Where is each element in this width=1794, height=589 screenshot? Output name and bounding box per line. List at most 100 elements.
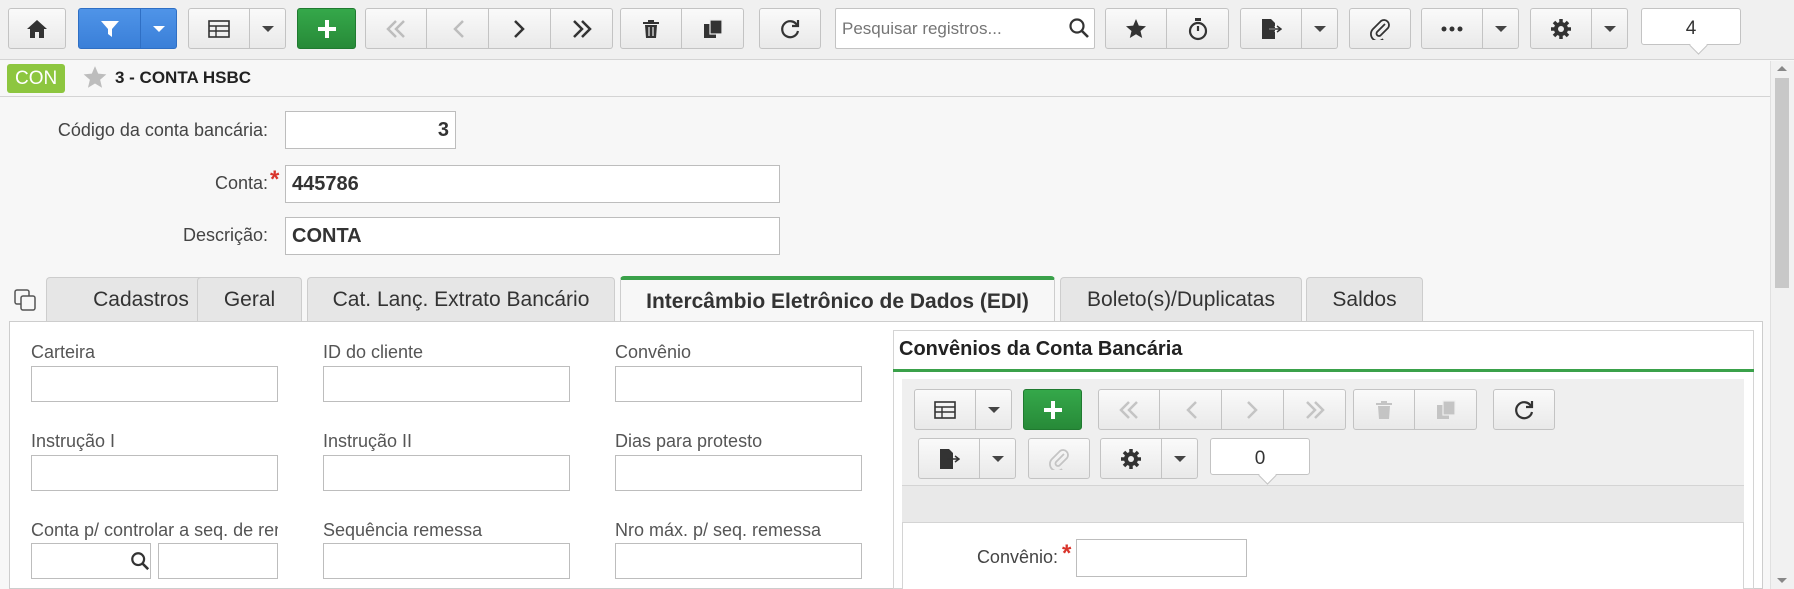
id-cliente-input[interactable] <box>323 366 570 402</box>
required-marker: * <box>1062 540 1072 567</box>
filter-dropdown-button[interactable] <box>141 8 177 49</box>
add-record-button[interactable] <box>297 8 356 49</box>
next-record-button[interactable] <box>489 8 551 49</box>
trash-icon <box>1376 400 1392 419</box>
page-title: 3 - CONTA HSBC <box>115 68 251 87</box>
gear-icon <box>1551 18 1571 39</box>
delete-record-button[interactable] <box>620 8 682 49</box>
chevron-right-icon <box>1246 400 1258 419</box>
export-icon <box>1262 18 1282 39</box>
convenio-field-label: Convênio: <box>976 547 1058 567</box>
nro-max-input[interactable] <box>615 543 862 579</box>
star-icon <box>1126 18 1146 38</box>
codigo-label: Código da conta bancária: <box>57 120 268 140</box>
convenio-field-input[interactable] <box>1076 539 1247 577</box>
codigo-field[interactable]: 3 <box>285 111 456 149</box>
copy-icon <box>703 18 723 38</box>
chevron-left-icon <box>452 19 464 38</box>
conta-seq-label: Conta p/ controlar a seq. de remessa <box>31 520 278 540</box>
home-icon <box>27 19 47 38</box>
grid-view-dropdown-button[interactable] <box>250 8 286 49</box>
home-button[interactable] <box>8 8 66 49</box>
timer-button[interactable] <box>1167 8 1229 49</box>
duplicate-convenio-button[interactable] <box>1415 389 1477 430</box>
grid-view-button[interactable] <box>914 389 976 430</box>
convenio-label: Convênio <box>615 342 692 362</box>
last-record-button[interactable] <box>551 8 613 49</box>
instrucao1-input[interactable] <box>31 455 278 491</box>
search-icon[interactable] <box>130 551 150 571</box>
tab-edi[interactable]: Intercâmbio Eletrônico de Dados (EDI) <box>620 276 1055 323</box>
title-underline <box>893 369 1754 372</box>
chevron-down-icon <box>991 455 1004 462</box>
dias-protesto-input[interactable] <box>615 455 862 491</box>
chevron-down-icon <box>1494 25 1507 32</box>
add-convenio-button[interactable] <box>1023 389 1082 430</box>
conta-field[interactable]: 445786 <box>285 165 780 203</box>
settings-convenios-button[interactable] <box>1100 438 1162 479</box>
conta-label: Conta: <box>214 173 268 193</box>
more-options-dropdown-button[interactable] <box>1483 8 1519 49</box>
last-record-button[interactable] <box>1284 389 1346 430</box>
export-dropdown-button[interactable] <box>1302 8 1338 49</box>
settings-convenios-dropdown-button[interactable] <box>1162 438 1198 479</box>
scroll-up-icon[interactable] <box>1776 64 1788 72</box>
attachments-button[interactable] <box>1349 8 1411 49</box>
title-bar <box>0 61 1770 97</box>
chevron-down-icon <box>1603 25 1616 32</box>
attachments-convenios-button[interactable] <box>1028 438 1090 479</box>
search-icon[interactable] <box>1068 17 1090 39</box>
paperclip-icon <box>1370 18 1390 40</box>
record-counter: 4 <box>1641 8 1741 45</box>
settings-dropdown-button[interactable] <box>1592 8 1628 49</box>
scroll-down-icon[interactable] <box>1776 577 1788 585</box>
delete-convenio-button[interactable] <box>1353 389 1415 430</box>
refresh-icon <box>1515 400 1534 419</box>
copy-icon <box>1436 399 1456 419</box>
settings-button[interactable] <box>1530 8 1592 49</box>
descricao-field[interactable]: CONTA <box>285 217 780 255</box>
chevron-down-icon <box>152 25 165 32</box>
convenios-record-counter: 0 <box>1210 438 1310 475</box>
convenio-input[interactable] <box>615 366 862 402</box>
tab-geral[interactable]: Geral <box>197 277 302 322</box>
table-icon <box>208 19 230 38</box>
star-icon[interactable] <box>82 65 108 90</box>
carteira-input[interactable] <box>31 366 278 402</box>
refresh-button[interactable] <box>759 8 821 49</box>
instrucao2-label: Instrução II <box>323 431 413 451</box>
search-input[interactable] <box>835 8 1095 49</box>
chevron-down-icon <box>261 25 274 32</box>
first-record-button[interactable] <box>1098 389 1160 430</box>
plus-icon <box>317 19 336 38</box>
instrucao2-input[interactable] <box>323 455 570 491</box>
sequencia-remessa-input[interactable] <box>323 543 570 579</box>
chevron-down-icon <box>987 406 1000 413</box>
descricao-label: Descrição: <box>182 225 268 245</box>
conta-seq-description-input[interactable] <box>158 543 278 579</box>
trash-icon <box>643 19 659 38</box>
carteira-label: Carteira <box>31 342 96 362</box>
grid-view-button[interactable] <box>188 8 250 49</box>
chevron-down-icon <box>1173 455 1186 462</box>
duplicate-record-button[interactable] <box>682 8 744 49</box>
tab-boletos-duplicatas[interactable]: Boleto(s)/Duplicatas <box>1060 277 1302 322</box>
copy-icon[interactable] <box>13 288 37 312</box>
grid-view-dropdown-button[interactable] <box>976 389 1012 430</box>
chevron-right-icon <box>513 19 525 38</box>
export-button[interactable] <box>1240 8 1302 49</box>
export-convenios-button[interactable] <box>918 438 980 479</box>
refresh-convenios-button[interactable] <box>1493 389 1555 430</box>
more-options-button[interactable] <box>1421 8 1483 49</box>
first-record-button[interactable] <box>365 8 427 49</box>
export-convenios-dropdown-button[interactable] <box>980 438 1016 479</box>
sequencia-remessa-label: Sequência remessa <box>323 520 483 540</box>
next-record-button[interactable] <box>1222 389 1284 430</box>
previous-record-button[interactable] <box>427 8 489 49</box>
tab-cat-lanc-extrato[interactable]: Cat. Lanç. Extrato Bancário <box>307 277 615 322</box>
tab-saldos[interactable]: Saldos <box>1306 277 1423 322</box>
filter-button[interactable] <box>78 8 141 49</box>
favorite-button[interactable] <box>1105 8 1167 49</box>
scrollbar-thumb[interactable] <box>1775 78 1789 288</box>
previous-record-button[interactable] <box>1160 389 1222 430</box>
